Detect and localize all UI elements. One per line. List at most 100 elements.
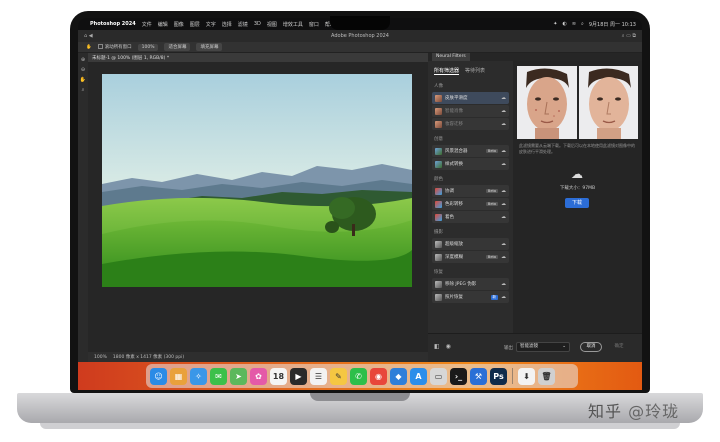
- menu-filter[interactable]: 滤镜: [238, 21, 248, 28]
- zoom-out-tool-icon[interactable]: ⊖: [81, 67, 85, 73]
- wechat-icon[interactable]: ✆: [350, 367, 367, 385]
- menu-plugins[interactable]: 增效工具: [283, 21, 303, 28]
- fill-screen-button[interactable]: 填充屏幕: [196, 43, 223, 51]
- filter-item[interactable]: 皮肤平滑度 ☁: [432, 92, 509, 104]
- preview-icon[interactable]: ▭: [430, 367, 447, 385]
- menu-window[interactable]: 窗口: [309, 21, 319, 28]
- watermark: 知乎 @玲珑: [588, 398, 679, 422]
- finder-icon[interactable]: ☺: [150, 367, 167, 385]
- download-button[interactable]: 下载: [565, 198, 589, 208]
- filter-thumbnail: [435, 107, 442, 115]
- tab-waitlist[interactable]: 等待列表: [465, 67, 485, 75]
- cloud-download-icon[interactable]: ☁: [501, 108, 506, 114]
- notes-icon[interactable]: ✎: [330, 367, 347, 385]
- neural-filters-list: 所有筛选器 等待列表 人像 皮肤平滑度 ☁ 智能肖像 ☁ 妆容迁移 ☁ 创意 风景混合器 Beta…: [428, 61, 513, 333]
- cloud-download-icon[interactable]: ☁: [501, 188, 506, 194]
- reminders-icon[interactable]: ☰: [310, 367, 327, 385]
- spotlight-icon[interactable]: ⌕: [581, 21, 584, 28]
- filter-item[interactable]: 色彩转移 Beta ☁: [432, 198, 509, 210]
- hand-tool-icon[interactable]: ✋: [80, 77, 86, 83]
- xcode-icon[interactable]: ⚒: [470, 367, 487, 385]
- output-select[interactable]: 智能滤镜 ⌄: [516, 342, 570, 352]
- cloud-download-icon[interactable]: ☁: [501, 148, 506, 154]
- cloud-download-icon[interactable]: ☁: [501, 294, 506, 300]
- menu-edit[interactable]: 编辑: [158, 21, 168, 28]
- calendar-icon[interactable]: 18: [270, 367, 287, 385]
- preview-before: [517, 66, 577, 139]
- search-tool-icon[interactable]: ⌕: [82, 87, 85, 93]
- layer-preview-icon[interactable]: ◧: [434, 343, 440, 350]
- dock-separator: [512, 368, 513, 384]
- hand-tool-icon[interactable]: ✋: [86, 45, 92, 50]
- filter-item[interactable]: 风景混合器 Beta ☁: [432, 145, 509, 157]
- filter-group-label: 创意: [434, 137, 443, 142]
- filter-item[interactable]: 样式转换 ☁: [432, 158, 509, 170]
- menu-select[interactable]: 选择: [222, 21, 232, 28]
- filter-item[interactable]: 超级缩放 ☁: [432, 238, 509, 250]
- ok-button[interactable]: 确定: [608, 342, 630, 352]
- safari-icon[interactable]: ✧: [190, 367, 207, 385]
- menu-type[interactable]: 文字: [206, 21, 216, 28]
- maps-icon[interactable]: ➤: [230, 367, 247, 385]
- filter-item[interactable]: 妆容迁移 ☁: [432, 118, 509, 130]
- checkbox-icon[interactable]: [97, 44, 103, 49]
- chrome-icon[interactable]: ◉: [370, 367, 387, 385]
- filter-item[interactable]: 移除 JPEG 伪影 ☁: [432, 278, 509, 290]
- filter-thumbnail: [435, 94, 442, 102]
- menu-file[interactable]: 文件: [142, 21, 152, 28]
- filter-item[interactable]: 着色 ☁: [432, 211, 509, 223]
- zoom-100-button[interactable]: 100%: [137, 43, 159, 51]
- cloud-download-icon[interactable]: ☁: [501, 121, 506, 127]
- filter-item[interactable]: 深度模糊 Beta ☁: [432, 251, 509, 263]
- cloud-download-icon[interactable]: ☁: [501, 161, 506, 167]
- menu-3d[interactable]: 3D: [254, 21, 261, 27]
- tab-all-filters[interactable]: 所有筛选器: [434, 67, 460, 75]
- filter-preview-panel: 此滤镜需要从云端下载。下载后可以在本地使用此滤镜对图像中的皮肤进行平滑处理。 ☁…: [513, 61, 642, 333]
- status-icon-1[interactable]: ✦: [553, 21, 557, 28]
- show-original-icon[interactable]: ◉: [446, 343, 451, 350]
- photos-icon[interactable]: ✿: [250, 367, 267, 385]
- cloud-download-icon[interactable]: ☁: [501, 241, 506, 247]
- zoom-tool-icon[interactable]: ⊕: [81, 57, 85, 63]
- landscape-photo-svg: [102, 74, 412, 287]
- filter-item[interactable]: 智能肖像 ☁: [432, 105, 509, 117]
- titlebar-home-back-icons[interactable]: ⌂ ◀: [84, 33, 93, 39]
- cloud-download-icon[interactable]: ☁: [501, 201, 506, 207]
- filter-item-label: 移除 JPEG 伪影: [445, 282, 477, 287]
- document-tab[interactable]: 未标题-1 @ 100% (图层 1, RGB/8) *: [88, 53, 428, 62]
- status-zoom[interactable]: 100%: [94, 355, 107, 360]
- cloud-download-icon[interactable]: ☁: [501, 254, 506, 260]
- titlebar-right-icons[interactable]: ⌕ ▭ ⧉: [622, 33, 636, 39]
- final-cut-icon[interactable]: ▶: [290, 367, 307, 385]
- photoshop-icon[interactable]: Ps: [490, 367, 507, 385]
- filter-item[interactable]: 照片恢复 新 ☁: [432, 291, 509, 303]
- status-icon-2[interactable]: ◐: [562, 21, 566, 28]
- downloads-icon[interactable]: ⬇: [518, 367, 535, 385]
- dock: ☺ ▦ ✧ ✉ ➤ ✿ 18 ▶ ☰ ✎ ✆ ◉ ◆ A ▭ ›_ ⚒ Ps ⬇ 🗑: [146, 364, 578, 388]
- cloud-download-icon[interactable]: ☁: [501, 95, 506, 101]
- menubar-app-name[interactable]: Photoshop 2024: [90, 21, 136, 27]
- cloud-download-icon[interactable]: ☁: [501, 281, 506, 287]
- menubar-clock[interactable]: 9月18日 周一 10:13: [589, 21, 636, 28]
- cancel-button[interactable]: 取消: [580, 342, 602, 352]
- filter-item[interactable]: 协调 Beta ☁: [432, 185, 509, 197]
- launchpad-icon[interactable]: ▦: [170, 367, 187, 385]
- menu-image[interactable]: 图像: [174, 21, 184, 28]
- menu-layer[interactable]: 图层: [190, 21, 200, 28]
- fit-screen-button[interactable]: 适合屏幕: [164, 43, 191, 51]
- wifi-icon[interactable]: ≋: [572, 21, 576, 28]
- messages-icon[interactable]: ✉: [210, 367, 227, 385]
- cloud-download-icon[interactable]: ☁: [501, 214, 506, 220]
- watermark-site: 知乎: [588, 402, 623, 421]
- appstore-icon[interactable]: A: [410, 367, 427, 385]
- filter-item-label: 超级缩放: [445, 242, 463, 247]
- scroll-all-windows-option[interactable]: 滚动所有窗口: [97, 44, 132, 50]
- keynote-icon[interactable]: ◆: [390, 367, 407, 385]
- trash-icon[interactable]: 🗑: [538, 367, 555, 385]
- neural-filters-title[interactable]: Neural Filters: [432, 53, 470, 61]
- action-icons: ◧ ◉: [434, 343, 451, 350]
- terminal-icon[interactable]: ›_: [450, 367, 467, 385]
- menu-view[interactable]: 视图: [267, 21, 277, 28]
- filter-thumbnail: [435, 160, 442, 168]
- status-bar: 100% 1800 像素 x 1417 像素 (300 ppi): [88, 352, 428, 362]
